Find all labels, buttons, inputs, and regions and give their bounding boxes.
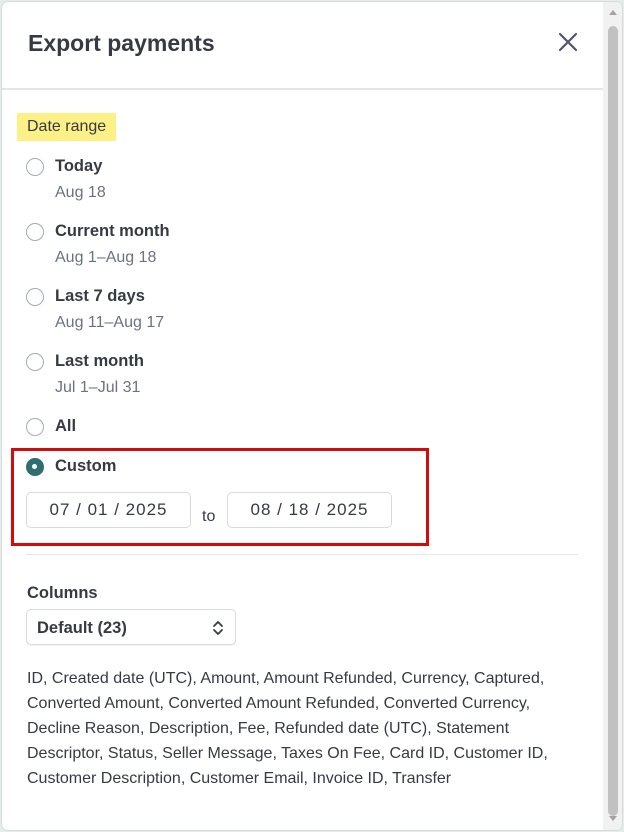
radio-custom-label: Custom (55, 457, 117, 475)
date-range-label: Date range (17, 113, 117, 141)
radio-today-label: Today (55, 157, 103, 175)
scroll-up-icon[interactable] (609, 10, 617, 15)
export-payments-dialog: Export payments Date range Today Aug 18 … (2, 2, 622, 830)
close-button[interactable] (554, 28, 582, 56)
radio-last-month-sub: Jul 1–Jul 31 (55, 379, 141, 396)
radio-all-circle[interactable] (26, 418, 44, 436)
radio-last-month-circle[interactable] (26, 353, 44, 371)
chevron-up-down-icon (213, 621, 223, 635)
columns-select-value: Default (23) (37, 619, 127, 637)
radio-current-month-circle[interactable] (26, 223, 44, 241)
columns-select[interactable]: Default (23) (26, 609, 236, 645)
radio-custom-circle[interactable] (26, 458, 44, 476)
columns-label: Columns (27, 584, 98, 602)
scrollbar-thumb[interactable] (608, 26, 618, 816)
radio-all-label: All (55, 417, 77, 435)
close-icon (558, 32, 578, 52)
scrollbar[interactable] (603, 2, 622, 830)
radio-last-7-days-label: Last 7 days (55, 287, 145, 305)
radio-today-circle[interactable] (26, 158, 44, 176)
dialog-header: Export payments (2, 2, 603, 90)
scroll-down-icon[interactable] (609, 816, 617, 821)
columns-description: ID, Created date (UTC), Amount, Amount R… (27, 670, 548, 787)
radio-today-sub: Aug 18 (55, 184, 106, 201)
radio-last-7-days-sub: Aug 11–Aug 17 (55, 314, 165, 331)
section-divider (26, 554, 578, 555)
dialog-title: Export payments (28, 30, 215, 56)
date-range-to-label: to (202, 508, 216, 525)
start-date-input[interactable]: 07 / 01 / 2025 (26, 492, 191, 528)
radio-current-month-label: Current month (55, 222, 170, 240)
radio-last-month-label: Last month (55, 352, 144, 370)
end-date-input[interactable]: 08 / 18 / 2025 (227, 492, 392, 528)
radio-last-7-days-circle[interactable] (26, 288, 44, 306)
radio-current-month-sub: Aug 1–Aug 18 (55, 249, 157, 266)
